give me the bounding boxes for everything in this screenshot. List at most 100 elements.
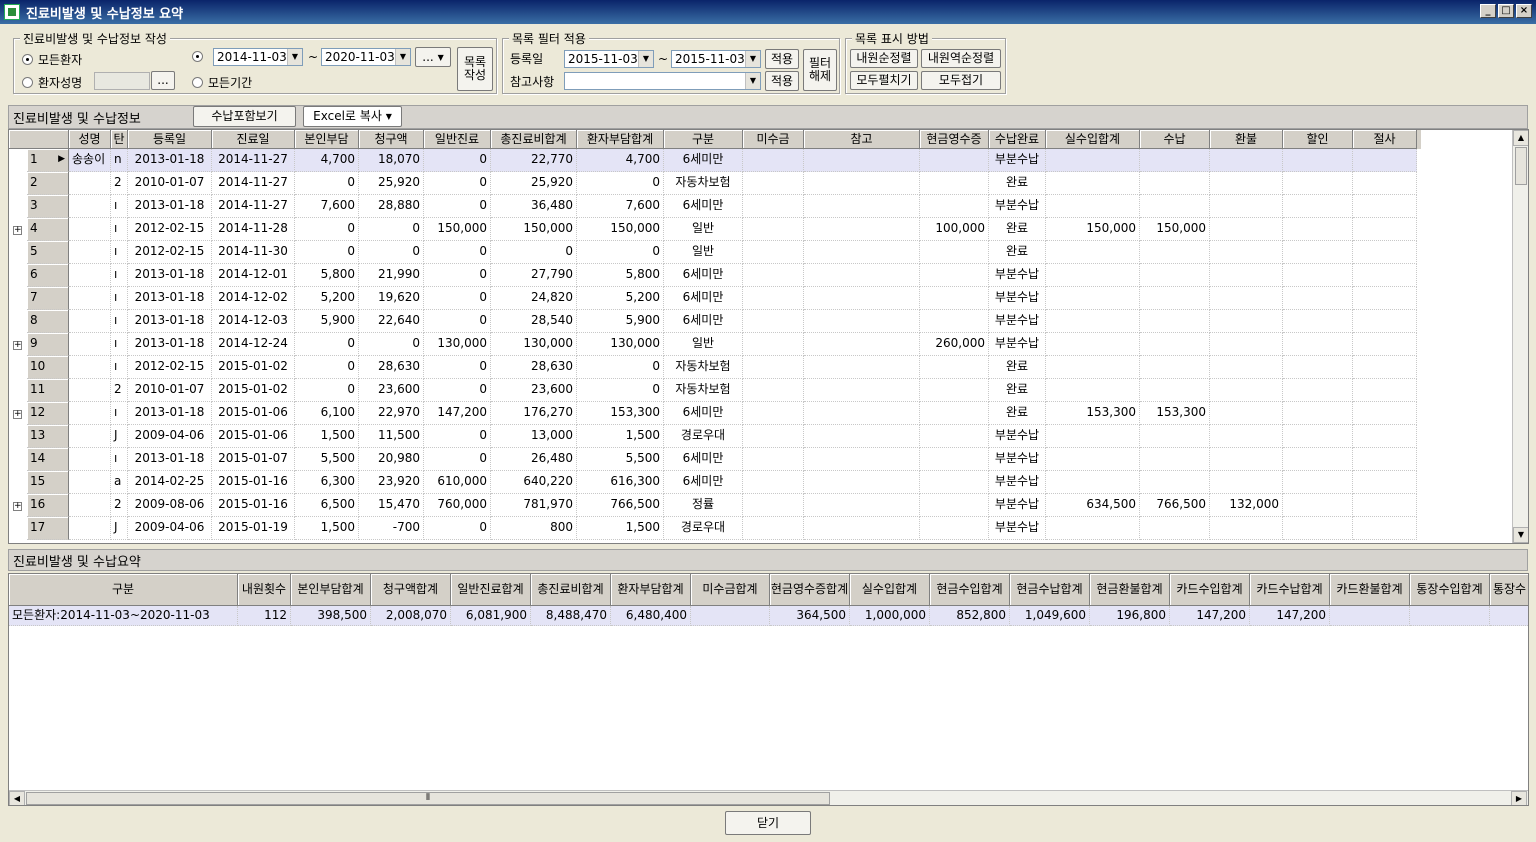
- column-header[interactable]: 실수입합계: [1046, 130, 1140, 149]
- dropdown-arrow-icon[interactable]: ▼: [638, 51, 653, 67]
- column-header[interactable]: 일반진료: [424, 130, 491, 149]
- column-header[interactable]: 등록일: [128, 130, 212, 149]
- column-header[interactable]: 참고: [804, 130, 920, 149]
- row-number[interactable]: 15: [27, 471, 69, 494]
- row-number[interactable]: 9: [27, 333, 69, 356]
- date-to-picker[interactable]: 2020-11-03 ▼: [321, 48, 411, 66]
- minimize-button[interactable]: _: [1480, 4, 1496, 18]
- column-header[interactable]: 미수금: [743, 130, 804, 149]
- row-number[interactable]: 14: [27, 448, 69, 471]
- row-number[interactable]: 7: [27, 287, 69, 310]
- scroll-left-icon[interactable]: ◀: [9, 791, 25, 805]
- summary-column-header[interactable]: 현금영수증합계: [770, 574, 850, 606]
- maximize-button[interactable]: □: [1498, 4, 1514, 18]
- expand-row-icon[interactable]: +: [13, 226, 22, 235]
- table-row[interactable]: 1 ▶ 송송이 n 2013-01-18 2014-11-27 4,700 18,070 0 22…: [9, 149, 1417, 172]
- row-number[interactable]: 5: [27, 241, 69, 264]
- summary-column-header[interactable]: 카드수납합계: [1250, 574, 1330, 606]
- table-row[interactable]: 11 2 2010-01-07 2015-01-02 0 23,600 0 23,600 0 자동…: [9, 379, 1417, 402]
- table-row[interactable]: +9 ı 2013-01-18 2014-12-24 0 0 130,000 130,000 1…: [9, 333, 1417, 356]
- column-header[interactable]: 할인: [1283, 130, 1353, 149]
- detail-vertical-scrollbar[interactable]: ▲ ▼: [1512, 130, 1528, 543]
- summary-column-header[interactable]: 카드환불합계: [1330, 574, 1410, 606]
- table-row[interactable]: 6 ı 2013-01-18 2014-12-01 5,800 21,990 0 27,790…: [9, 264, 1417, 287]
- all-patients-radio[interactable]: 모든환자: [22, 51, 82, 68]
- summary-column-header[interactable]: 카드수입합계: [1170, 574, 1250, 606]
- column-header[interactable]: 수납완료: [989, 130, 1046, 149]
- row-number[interactable]: 13: [27, 425, 69, 448]
- scroll-right-icon[interactable]: ▶: [1511, 791, 1527, 805]
- summary-column-header[interactable]: 현금수납합계: [1010, 574, 1090, 606]
- summary-column-header[interactable]: 환자부담합계: [611, 574, 691, 606]
- close-button[interactable]: 닫기: [725, 811, 811, 835]
- sort-descending-button[interactable]: 내원역순정렬: [921, 49, 1001, 68]
- column-header[interactable]: 청구액: [359, 130, 424, 149]
- row-number[interactable]: 2: [27, 172, 69, 195]
- summary-column-header[interactable]: 현금환불합계: [1090, 574, 1170, 606]
- summary-column-header[interactable]: 실수입합계: [850, 574, 930, 606]
- dropdown-arrow-icon[interactable]: ▼: [745, 51, 760, 67]
- expand-all-button[interactable]: 모두펼치기: [850, 71, 918, 90]
- row-number[interactable]: 3: [27, 195, 69, 218]
- summary-column-header[interactable]: 총진료비합계: [531, 574, 611, 606]
- summary-column-header[interactable]: 미수금합계: [691, 574, 770, 606]
- column-header[interactable]: 본인부담: [295, 130, 359, 149]
- table-row[interactable]: 10 ı 2012-02-15 2015-01-02 0 28,630 0 28,630 0 자동…: [9, 356, 1417, 379]
- patient-browse-button[interactable]: ...: [151, 71, 175, 90]
- dropdown-arrow-icon[interactable]: ▼: [395, 49, 410, 65]
- column-header[interactable]: 환불: [1210, 130, 1283, 149]
- summary-column-header[interactable]: 본인부담합계: [291, 574, 371, 606]
- table-row[interactable]: 7 ı 2013-01-18 2014-12-02 5,200 19,620 0 24,820…: [9, 287, 1417, 310]
- create-list-button[interactable]: 목록 작성: [457, 47, 493, 91]
- summary-column-header[interactable]: 일반진료합계: [451, 574, 531, 606]
- close-window-button[interactable]: ×: [1516, 4, 1532, 18]
- row-number[interactable]: 11: [27, 379, 69, 402]
- excel-copy-menu[interactable]: Excel로 복사 ▼: [303, 106, 402, 127]
- expand-row-icon[interactable]: +: [13, 341, 22, 350]
- expand-row-icon[interactable]: +: [13, 410, 22, 419]
- summary-row[interactable]: 모든환자:2014-11-03~2020-11-03 112 398,500 2,00…: [9, 606, 1528, 626]
- dropdown-arrow-icon[interactable]: ▼: [287, 49, 302, 65]
- table-row[interactable]: 13 J 2009-04-06 2015-01-06 1,500 11,500 0 13,00…: [9, 425, 1417, 448]
- column-header[interactable]: 구분: [664, 130, 743, 149]
- row-number[interactable]: 17: [27, 517, 69, 540]
- summary-column-header[interactable]: 통장수: [1490, 574, 1528, 606]
- scroll-down-icon[interactable]: ▼: [1513, 527, 1528, 543]
- column-header[interactable]: 환자부담합계: [577, 130, 664, 149]
- table-row[interactable]: +12 ı 2013-01-18 2015-01-06 6,100 22,970 147,2…: [9, 402, 1417, 425]
- table-row[interactable]: 17 J 2009-04-06 2015-01-19 1,500 -700 0 800 1,50…: [9, 517, 1417, 540]
- date-range-radio[interactable]: [192, 51, 203, 62]
- patient-name-field[interactable]: [94, 72, 150, 90]
- dropdown-arrow-icon[interactable]: ▼: [745, 73, 760, 89]
- row-number[interactable]: 16: [27, 494, 69, 517]
- table-row[interactable]: +16 2 2009-08-06 2015-01-16 6,500 15,470 760,0…: [9, 494, 1417, 517]
- collapse-all-button[interactable]: 모두접기: [921, 71, 1001, 90]
- row-number[interactable]: 4: [27, 218, 69, 241]
- expand-row-icon[interactable]: +: [13, 502, 22, 511]
- clear-filter-button[interactable]: 필터 해제: [803, 49, 837, 91]
- table-row[interactable]: 8 ı 2013-01-18 2014-12-03 5,900 22,640 0 28,540…: [9, 310, 1417, 333]
- summary-horizontal-scrollbar[interactable]: ◀ ⦀ ▶: [9, 790, 1528, 805]
- reg-to-picker[interactable]: 2015-11-03 ▼: [671, 50, 761, 68]
- date-range-menu-button[interactable]: ... ▼: [415, 47, 451, 67]
- row-number[interactable]: 10: [27, 356, 69, 379]
- summary-column-header[interactable]: 내원횟수: [238, 574, 291, 606]
- all-period-radio[interactable]: 모든기간: [192, 74, 252, 91]
- summary-column-header[interactable]: 청구액합계: [371, 574, 451, 606]
- column-header[interactable]: 성명: [69, 130, 111, 149]
- column-header[interactable]: 현금영수증: [920, 130, 989, 149]
- table-row[interactable]: 3 ı 2013-01-18 2014-11-27 7,600 28,880 0 36,480…: [9, 195, 1417, 218]
- detail-grid[interactable]: 성명 탄 등록일 진료일 본인부담 청구액 일반진료 총진료비합계 환자부담합계 구분 미수금 참고 현…: [8, 129, 1529, 544]
- scroll-up-icon[interactable]: ▲: [1513, 130, 1528, 146]
- column-header[interactable]: 탄: [111, 130, 128, 149]
- row-number[interactable]: 8: [27, 310, 69, 333]
- note-filter-combo[interactable]: ▼: [564, 72, 761, 90]
- column-header[interactable]: 절사: [1353, 130, 1417, 149]
- summary-column-header[interactable]: 현금수입합계: [930, 574, 1010, 606]
- column-header[interactable]: 진료일: [212, 130, 295, 149]
- include-payment-toggle[interactable]: 수납포함보기: [193, 106, 296, 127]
- sort-ascending-button[interactable]: 내원순정렬: [850, 49, 918, 68]
- summary-column-header[interactable]: 구분: [9, 574, 238, 606]
- scroll-thumb[interactable]: [1515, 147, 1527, 185]
- summary-grid[interactable]: 구분 내원횟수 본인부담합계 청구액합계 일반진료합계 총진료비합계 환자부담합계 미수금합계…: [8, 573, 1529, 806]
